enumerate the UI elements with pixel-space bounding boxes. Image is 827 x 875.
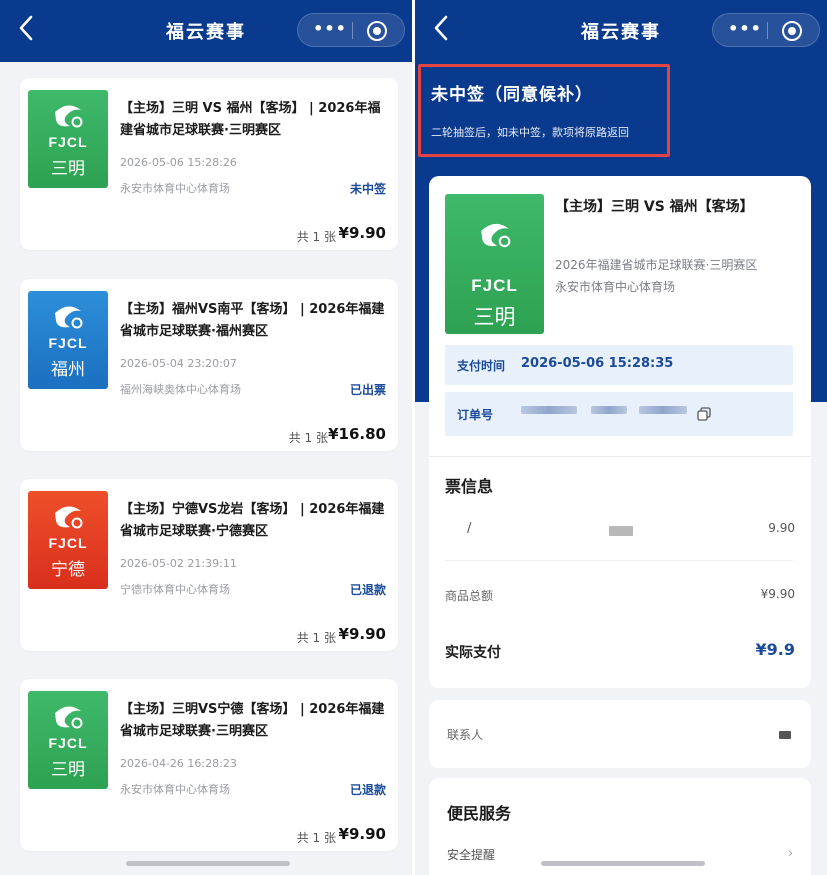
order-time: 2026-05-02 21:39:11	[120, 557, 237, 570]
order-card[interactable]: FJCL 三明 【主场】三明 VS 福州【客场】 | 2026年福建省城市足球联…	[20, 78, 398, 250]
ticket-seat: /	[467, 521, 472, 536]
ticket-count: 共 1 张	[296, 230, 336, 244]
order-venue: 福州海峡奥体中心体育场	[120, 383, 241, 396]
team-logo: FJCL 三明	[445, 194, 544, 334]
contact-card[interactable]: 联系人	[429, 700, 811, 768]
nav-bar: 福云赛事 •••	[0, 0, 412, 62]
fjcl-mark-icon	[55, 105, 83, 128]
team-logo: FJCL 三明	[28, 90, 108, 188]
close-target-icon[interactable]	[367, 21, 387, 41]
ticket-redacted	[609, 526, 633, 536]
team-logo: FJCL 三明	[28, 691, 108, 789]
contact-label: 联系人	[447, 728, 484, 742]
order-number-redacted	[521, 406, 577, 414]
close-target-icon[interactable]	[782, 21, 802, 41]
home-indicator[interactable]	[126, 861, 290, 866]
order-number-redacted	[591, 406, 627, 414]
order-list-screen: 福云赛事 ••• FJCL 三明 【主场】三明 VS 福州【客场】 | 2026…	[0, 0, 412, 875]
ticket-info-heading: 票信息	[445, 477, 494, 496]
actual-paid-value: ¥9.9	[755, 640, 795, 659]
order-price: ¥9.90	[338, 224, 386, 242]
order-card[interactable]: FJCL 福州 【主场】福州VS南平【客场】 | 2026年福建省城市足球联赛·…	[20, 279, 398, 451]
status-badge: 未中签	[349, 182, 386, 196]
order-number-label: 订单号	[457, 408, 494, 422]
highlight-box	[418, 64, 670, 157]
order-card[interactable]: FJCL 宁德 【主场】宁德VS龙岩【客场】 | 2026年福建省城市足球联赛·…	[20, 479, 398, 651]
order-number-row: 订单号	[445, 392, 793, 436]
home-indicator[interactable]	[541, 861, 705, 866]
logo-text: FJCL	[48, 134, 88, 150]
logo-city: 三明	[473, 305, 516, 329]
payment-time-value: 2026-05-06 15:28:35	[521, 356, 674, 371]
payment-time-row: 支付时间 2026-05-06 15:28:35	[445, 345, 793, 385]
order-title: 【主场】福州VS南平【客场】 | 2026年福建省城市足球联赛·福州赛区	[120, 302, 385, 339]
ticket-count: 共 1 张	[288, 431, 328, 445]
order-venue: 永安市体育中心体育场	[120, 783, 230, 796]
fjcl-mark-icon	[55, 706, 83, 729]
divider	[445, 560, 793, 561]
logo-text: FJCL	[471, 276, 518, 295]
chevron-right-icon: ›	[788, 846, 793, 860]
back-icon[interactable]	[433, 14, 463, 48]
actual-paid-label: 实际支付	[445, 645, 501, 661]
order-time: 2026-05-04 23:20:07	[120, 357, 237, 370]
event-league: 2026年福建省城市足球联赛·三明赛区	[555, 258, 758, 272]
ticket-price: 9.90	[768, 521, 795, 535]
order-title: 【主场】三明VS宁德【客场】 | 2026年福建省城市足球联赛·三明赛区	[120, 702, 385, 739]
logo-city: 三明	[51, 760, 85, 780]
logo-text: FJCL	[48, 335, 88, 351]
order-venue: 宁德市体育中心体育场	[120, 583, 230, 596]
order-title: 【主场】三明 VS 福州【客场】 | 2026年福建省城市足球联赛·三明赛区	[120, 101, 381, 138]
capsule-divider	[352, 22, 353, 39]
capsule-divider	[767, 22, 768, 39]
order-price: ¥9.90	[338, 825, 386, 843]
order-time: 2026-05-06 15:28:26	[120, 156, 237, 169]
logo-text: FJCL	[48, 535, 88, 551]
fjcl-mark-icon	[55, 506, 83, 529]
subtotal-value: ¥9.90	[760, 587, 795, 601]
logo-text: FJCL	[48, 735, 88, 751]
ticket-count: 共 1 张	[296, 631, 336, 645]
nav-bar: 福云赛事 •••	[415, 0, 827, 62]
contact-redacted	[779, 731, 791, 739]
mini-program-capsule: •••	[712, 13, 820, 47]
fjcl-mark-icon	[481, 223, 511, 248]
order-venue: 永安市体育中心体育场	[120, 182, 230, 195]
order-detail-screen: 福云赛事 ••• 未中签（同意候补） 二轮抽签后，如未中签，款项将原路返回 FJ…	[415, 0, 827, 875]
status-badge: 已退款	[349, 783, 386, 797]
event-venue: 永安市体育中心体育场	[555, 280, 676, 294]
fjcl-mark-icon	[55, 306, 83, 329]
subtotal-label: 商品总额	[445, 589, 494, 603]
order-detail-card: FJCL 三明 【主场】三明 VS 福州【客场】 2026年福建省城市足球联赛·…	[429, 176, 811, 688]
team-logo: FJCL 宁德	[28, 491, 108, 589]
status-badge: 已退款	[349, 583, 386, 597]
back-icon[interactable]	[18, 14, 48, 48]
order-status-title: 未中签（同意候补）	[431, 85, 593, 105]
logo-city: 三明	[51, 159, 85, 179]
order-card[interactable]: FJCL 三明 【主场】三明VS宁德【客场】 | 2026年福建省城市足球联赛·…	[20, 679, 398, 851]
more-icon[interactable]: •••	[723, 14, 767, 48]
divider	[429, 456, 811, 457]
services-title: 便民服务	[447, 804, 512, 823]
copy-icon[interactable]	[697, 407, 711, 421]
order-time: 2026-04-26 16:28:23	[120, 757, 237, 770]
order-status-desc: 二轮抽签后，如未中签，款项将原路返回	[431, 126, 629, 139]
mini-program-capsule: •••	[297, 13, 405, 47]
more-icon[interactable]: •••	[308, 14, 352, 48]
order-price: ¥9.90	[338, 625, 386, 643]
order-title: 【主场】宁德VS龙岩【客场】 | 2026年福建省城市足球联赛·宁德赛区	[120, 502, 385, 539]
team-logo: FJCL 福州	[28, 291, 108, 389]
logo-city: 宁德	[51, 560, 85, 580]
order-price: ¥16.80	[328, 425, 386, 443]
logo-city: 福州	[51, 360, 85, 380]
order-number-redacted	[639, 406, 687, 414]
ticket-count: 共 1 张	[296, 831, 336, 845]
event-title: 【主场】三明 VS 福州【客场】	[555, 199, 754, 215]
payment-time-label: 支付时间	[457, 359, 506, 373]
status-badge: 已出票	[349, 383, 386, 397]
service-item-safety[interactable]: 安全提醒	[447, 846, 495, 863]
